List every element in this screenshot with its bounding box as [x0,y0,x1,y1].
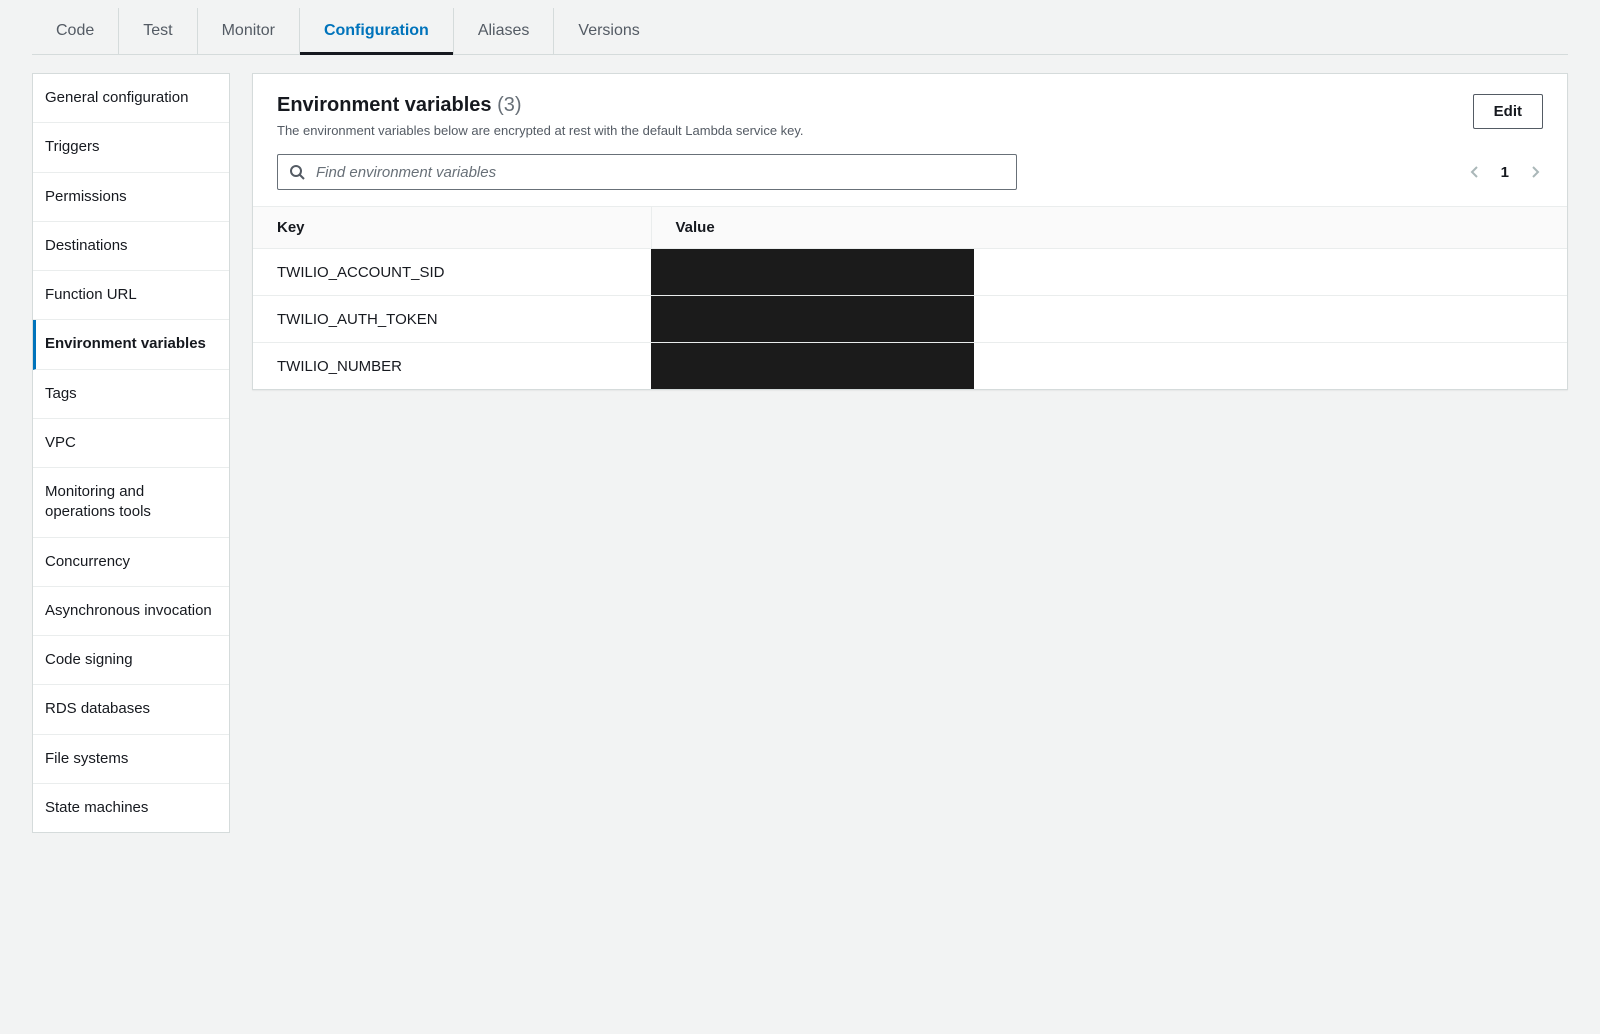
sidebar-item-async-invocation[interactable]: Asynchronous invocation [33,587,229,636]
env-value [651,343,1567,390]
sidebar-item-file-systems[interactable]: File systems [33,735,229,784]
env-key: TWILIO_NUMBER [253,343,651,390]
sidebar-item-permissions[interactable]: Permissions [33,173,229,222]
sidebar-item-triggers[interactable]: Triggers [33,123,229,172]
tab-monitor[interactable]: Monitor [197,8,299,54]
env-key: TWILIO_AUTH_TOKEN [253,296,651,343]
page-number: 1 [1501,164,1509,181]
redacted-value [651,343,974,389]
sidebar-item-function-url[interactable]: Function URL [33,271,229,320]
redacted-value [651,249,974,295]
sidebar-item-vpc[interactable]: VPC [33,419,229,468]
env-variables-table: Key Value TWILIO_ACCOUNT_SID TWILIO_AUTH… [253,206,1567,389]
chevron-right-icon[interactable] [1527,164,1543,180]
column-header-value[interactable]: Value [651,207,1567,249]
table-row: TWILIO_NUMBER [253,343,1567,390]
env-key: TWILIO_ACCOUNT_SID [253,249,651,296]
tab-configuration[interactable]: Configuration [299,8,453,54]
sidebar-item-state-machines[interactable]: State machines [33,784,229,832]
environment-variables-panel: Environment variables (3) The environmen… [252,73,1568,390]
edit-button[interactable]: Edit [1473,94,1543,129]
sidebar-item-general-configuration[interactable]: General configuration [33,74,229,123]
sidebar-item-rds-databases[interactable]: RDS databases [33,685,229,734]
sidebar-item-environment-variables[interactable]: Environment variables [33,320,229,369]
tab-test[interactable]: Test [118,8,196,54]
sidebar-item-monitoring-tools[interactable]: Monitoring and operations tools [33,468,229,538]
table-row: TWILIO_AUTH_TOKEN [253,296,1567,343]
top-tabs: Code Test Monitor Configuration Aliases … [32,0,1568,55]
panel-subtitle: The environment variables below are encr… [277,123,1473,138]
chevron-left-icon[interactable] [1467,164,1483,180]
sidebar-item-destinations[interactable]: Destinations [33,222,229,271]
table-row: TWILIO_ACCOUNT_SID [253,249,1567,296]
panel-title: Environment variables (3) [277,94,1473,117]
search-icon [289,164,305,180]
tab-aliases[interactable]: Aliases [453,8,554,54]
column-header-key[interactable]: Key [253,207,651,249]
pagination: 1 [1467,164,1543,181]
tab-code[interactable]: Code [32,8,118,54]
env-value [651,249,1567,296]
env-value [651,296,1567,343]
sidebar-item-code-signing[interactable]: Code signing [33,636,229,685]
panel-title-count: (3) [497,94,521,116]
sidebar-item-concurrency[interactable]: Concurrency [33,538,229,587]
tab-versions[interactable]: Versions [553,8,663,54]
sidebar-item-tags[interactable]: Tags [33,370,229,419]
redacted-value [651,296,974,342]
configuration-sidebar: General configuration Triggers Permissio… [32,73,230,833]
panel-title-text: Environment variables [277,94,492,116]
search-input[interactable] [277,154,1017,190]
